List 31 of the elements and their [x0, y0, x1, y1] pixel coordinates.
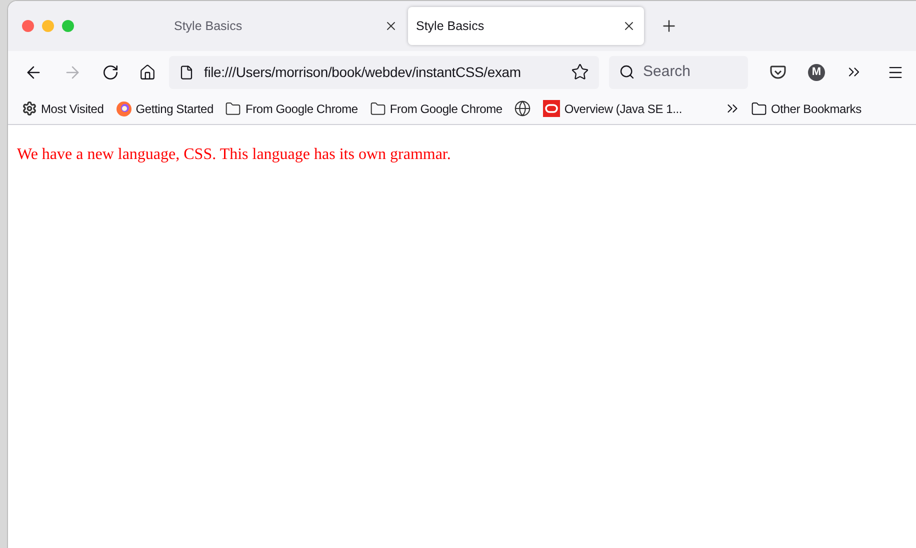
bookmark-item[interactable]: From Google Chrome — [225, 100, 358, 118]
other-bookmarks[interactable]: Other Bookmarks — [751, 100, 862, 118]
bookmark-star-icon[interactable] — [571, 63, 589, 81]
bookmark-item[interactable]: Overview (Java SE 1... — [543, 100, 682, 118]
bookmark-item[interactable] — [514, 100, 532, 117]
search-icon — [619, 64, 635, 80]
home-icon[interactable] — [139, 64, 156, 80]
folder-icon — [225, 100, 242, 116]
bookmark-item[interactable]: From Google Chrome — [370, 100, 502, 118]
folder-icon — [370, 100, 386, 116]
oval-logo-icon — [543, 100, 560, 117]
gear-icon — [22, 101, 37, 116]
close-tab-icon[interactable] — [622, 19, 636, 33]
address-bar[interactable]: file:///Users/morrison/book/webdev/instantCSS/exam — [169, 56, 599, 88]
reload-icon[interactable] — [102, 64, 119, 80]
search-bar[interactable]: Search — [609, 56, 748, 88]
bookmark-item[interactable]: Most Visited — [22, 100, 104, 118]
folder-icon — [751, 100, 768, 116]
pocket-icon[interactable] — [770, 64, 786, 80]
account-avatar[interactable]: M — [808, 64, 825, 80]
flame-globe-icon — [116, 100, 132, 116]
browser-tab[interactable]: Style Basics — [158, 7, 406, 45]
file-icon — [179, 64, 194, 80]
search-input[interactable]: Search — [643, 60, 733, 84]
close-tab-icon[interactable] — [384, 19, 398, 33]
globe-icon — [514, 100, 532, 117]
close-window-button[interactable] — [22, 20, 34, 32]
browser-tab[interactable]: Style Basics — [408, 7, 644, 45]
new-tab-icon[interactable] — [660, 17, 678, 35]
page-paragraph: We have a new language, CSS. This language has its own grammar. — [17, 145, 452, 165]
bookmark-item[interactable]: Getting Started — [116, 100, 214, 118]
